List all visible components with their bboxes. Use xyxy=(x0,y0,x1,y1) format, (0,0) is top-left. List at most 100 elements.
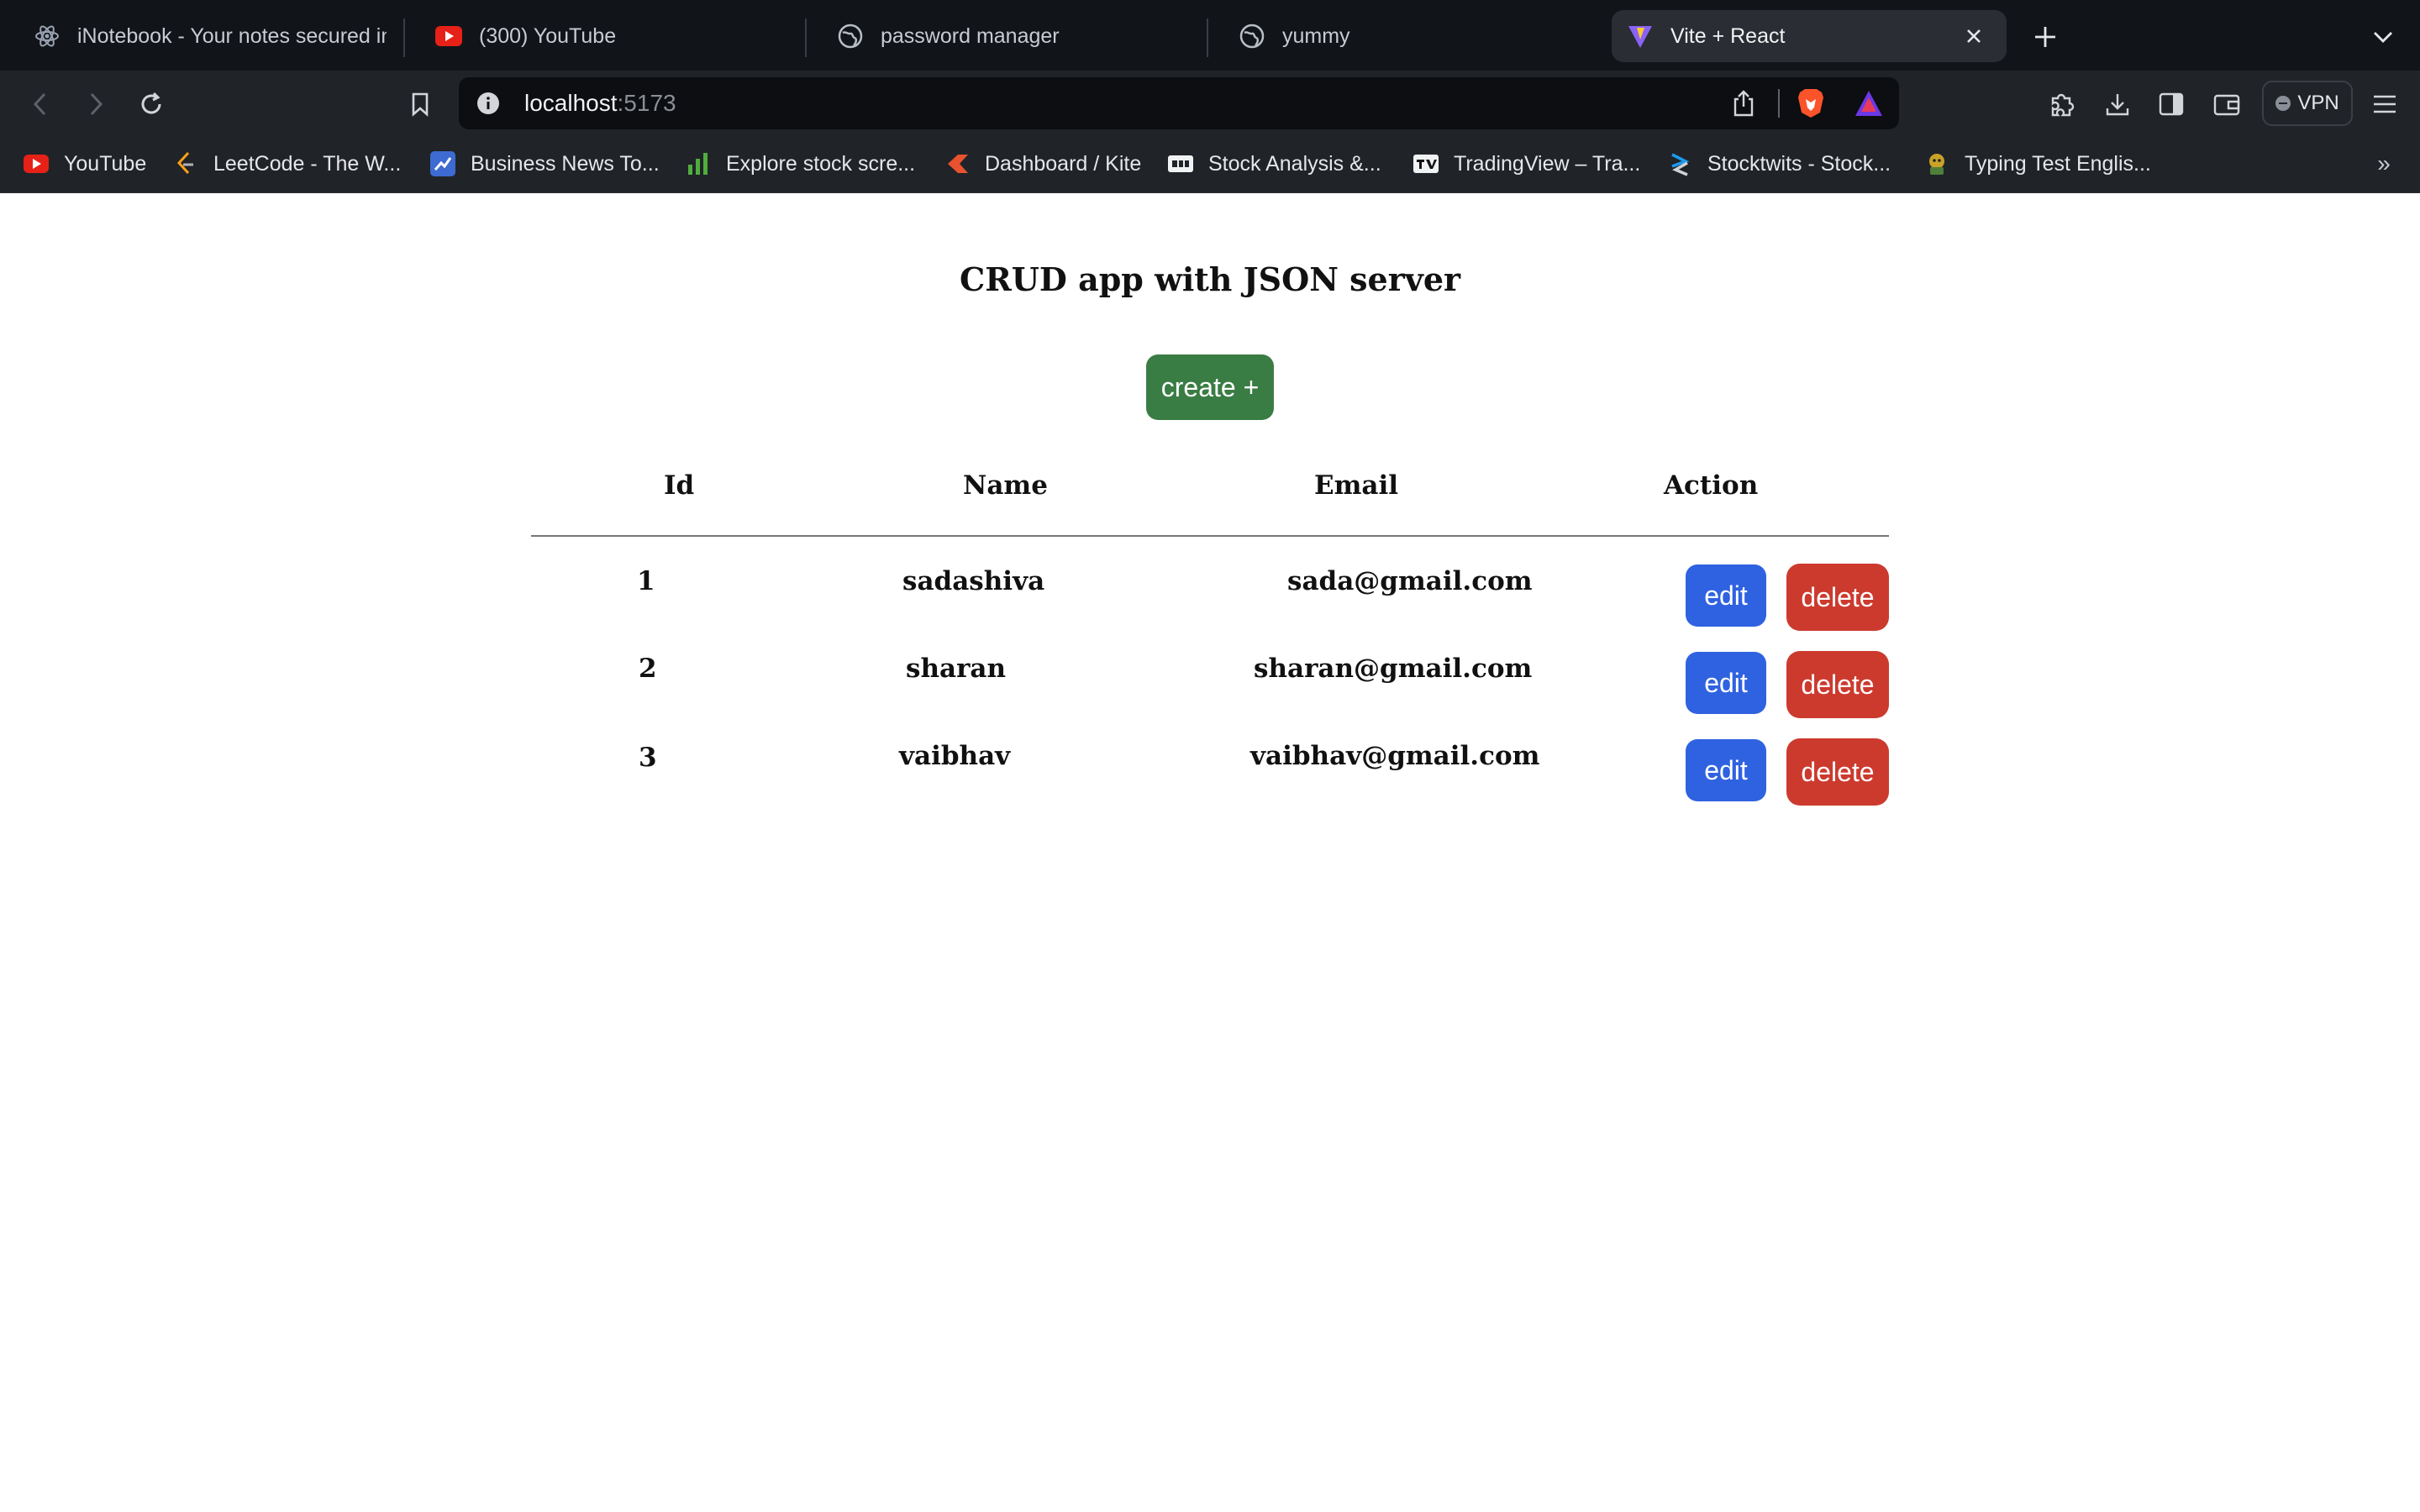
reload-button[interactable] xyxy=(133,86,170,123)
tab-separator xyxy=(805,18,807,57)
youtube-icon xyxy=(24,151,49,176)
tab-title: (300) YouTube xyxy=(479,24,617,48)
row-name: sadashiva xyxy=(902,566,1045,596)
bookmark-stock-analysis[interactable]: Stock Analysis &... xyxy=(1168,144,1381,183)
delete-button[interactable]: delete xyxy=(1786,738,1889,806)
page-content: CRUD app with JSON server create + Id Na… xyxy=(0,193,2420,1512)
bookmark-stocktwits[interactable]: Stocktwits - Stock... xyxy=(1667,144,1891,183)
close-icon[interactable] xyxy=(1960,22,1988,50)
bookmark-youtube[interactable]: YouTube xyxy=(24,144,146,183)
youtube-icon xyxy=(435,23,462,50)
address-bar[interactable]: localhost:5173 xyxy=(459,77,1899,129)
bookmark-icon xyxy=(412,92,429,117)
forward-button[interactable] xyxy=(77,86,114,123)
extensions-button[interactable] xyxy=(2044,86,2081,123)
column-header-email: Email xyxy=(1314,470,1399,501)
bookmarks-overflow-button[interactable]: » xyxy=(2371,144,2396,183)
row-name: vaibhav xyxy=(899,741,1011,771)
row-name: sharan xyxy=(906,654,1007,684)
bookmark-label: Stock Analysis &... xyxy=(1208,151,1381,176)
download-icon xyxy=(2106,94,2129,116)
reload-icon xyxy=(141,92,161,114)
bookmark-label: Typing Test Englis... xyxy=(1965,151,2151,176)
page-title: CRUD app with JSON server xyxy=(959,260,1461,298)
info-icon[interactable] xyxy=(476,91,501,120)
bookmark-tradingview[interactable]: TradingView – Tra... xyxy=(1413,144,1640,183)
bookmark-label: Explore stock scre... xyxy=(726,151,916,176)
kite-icon xyxy=(944,151,970,176)
back-button[interactable] xyxy=(22,86,59,123)
bookmark-label: TradingView – Tra... xyxy=(1454,151,1641,176)
hamburger-icon xyxy=(2374,95,2396,113)
delete-button[interactable]: delete xyxy=(1786,564,1889,631)
typing-icon xyxy=(1924,151,1949,176)
bookmark-label: Business News To... xyxy=(471,151,660,176)
edit-button[interactable]: edit xyxy=(1686,564,1766,627)
brave-shields-icon[interactable] xyxy=(1797,87,1825,123)
bookmark-label: Dashboard / Kite xyxy=(985,151,1142,176)
row-email: sharan@gmail.com xyxy=(1254,654,1533,684)
globe-icon xyxy=(837,23,864,50)
wallet-button[interactable] xyxy=(2208,86,2245,123)
row-email: sada@gmail.com xyxy=(1287,566,1533,596)
bookmark-button[interactable] xyxy=(402,86,439,123)
puzzle-icon xyxy=(2051,93,2075,117)
tab-separator xyxy=(1207,18,1208,57)
tab-vite-react[interactable]: Vite + React xyxy=(1612,10,2007,62)
tab-youtube[interactable]: (300) YouTube xyxy=(412,10,812,62)
url-port: :5173 xyxy=(617,90,676,116)
tab-bar: iNotebook - Your notes secured in the cl… xyxy=(0,0,2420,71)
row-id: 2 xyxy=(639,654,657,684)
plus-icon xyxy=(2035,27,2055,47)
sidebar-icon xyxy=(2159,92,2184,116)
downloads-button[interactable] xyxy=(2099,86,2136,123)
edit-button[interactable]: edit xyxy=(1686,739,1766,801)
menu-button[interactable] xyxy=(2366,86,2403,123)
leetcode-icon xyxy=(173,151,198,176)
url-host: localhost xyxy=(524,90,618,116)
edit-button[interactable]: edit xyxy=(1686,652,1766,714)
wallet-icon xyxy=(2213,94,2240,116)
delete-button[interactable]: delete xyxy=(1786,651,1889,718)
chevron-down-icon xyxy=(2374,32,2392,43)
tab-title: password manager xyxy=(881,24,1060,48)
tab-list-button[interactable] xyxy=(2365,18,2402,55)
row-id: 1 xyxy=(637,566,655,596)
row-email: vaibhav@gmail.com xyxy=(1250,741,1540,771)
tab-yummy[interactable]: yummy xyxy=(1215,10,1615,62)
column-header-id: Id xyxy=(664,470,695,501)
tab-title: yummy xyxy=(1282,24,1350,48)
share-icon[interactable] xyxy=(1731,89,1756,122)
column-header-action: Action xyxy=(1664,470,1759,501)
url-separator xyxy=(1778,89,1780,118)
vpn-label: VPN xyxy=(2297,92,2339,114)
column-header-name: Name xyxy=(963,470,1048,501)
row-id: 3 xyxy=(639,743,657,773)
new-tab-button[interactable] xyxy=(2027,18,2064,55)
tab-title: Vite + React xyxy=(1670,24,1786,48)
react-icon xyxy=(34,23,60,50)
bookmark-stock-screener[interactable]: Explore stock scre... xyxy=(686,144,915,183)
globe-icon xyxy=(1239,23,1265,50)
tab-separator xyxy=(403,18,405,57)
sidebar-button[interactable] xyxy=(2153,86,2190,123)
vpn-status-icon xyxy=(2275,96,2291,111)
tab-password-manager[interactable]: password manager xyxy=(813,10,1213,62)
stocktwits-icon xyxy=(1667,151,1692,176)
vpn-button[interactable]: VPN xyxy=(2262,81,2353,126)
arrow-left-icon xyxy=(33,92,46,116)
create-button[interactable]: create + xyxy=(1146,354,1274,420)
bookmark-label: LeetCode - The W... xyxy=(213,151,402,176)
stock-analysis-icon xyxy=(1168,151,1193,176)
news-icon xyxy=(430,151,455,176)
bookmark-business-news[interactable]: Business News To... xyxy=(430,144,660,183)
bookmark-label: Stocktwits - Stock... xyxy=(1707,151,1891,176)
vite-icon xyxy=(1627,23,1654,50)
tab-inotebook[interactable]: iNotebook - Your notes secured in the cl… xyxy=(10,10,410,62)
url-text: localhost:5173 xyxy=(524,77,676,129)
tab-title: iNotebook - Your notes secured in the cl… xyxy=(77,24,387,48)
bookmark-leetcode[interactable]: LeetCode - The W... xyxy=(173,144,401,183)
brave-rewards-icon[interactable] xyxy=(1854,89,1884,122)
bookmark-typing-test[interactable]: Typing Test Englis... xyxy=(1924,144,2151,183)
bookmark-kite[interactable]: Dashboard / Kite xyxy=(944,144,1141,183)
